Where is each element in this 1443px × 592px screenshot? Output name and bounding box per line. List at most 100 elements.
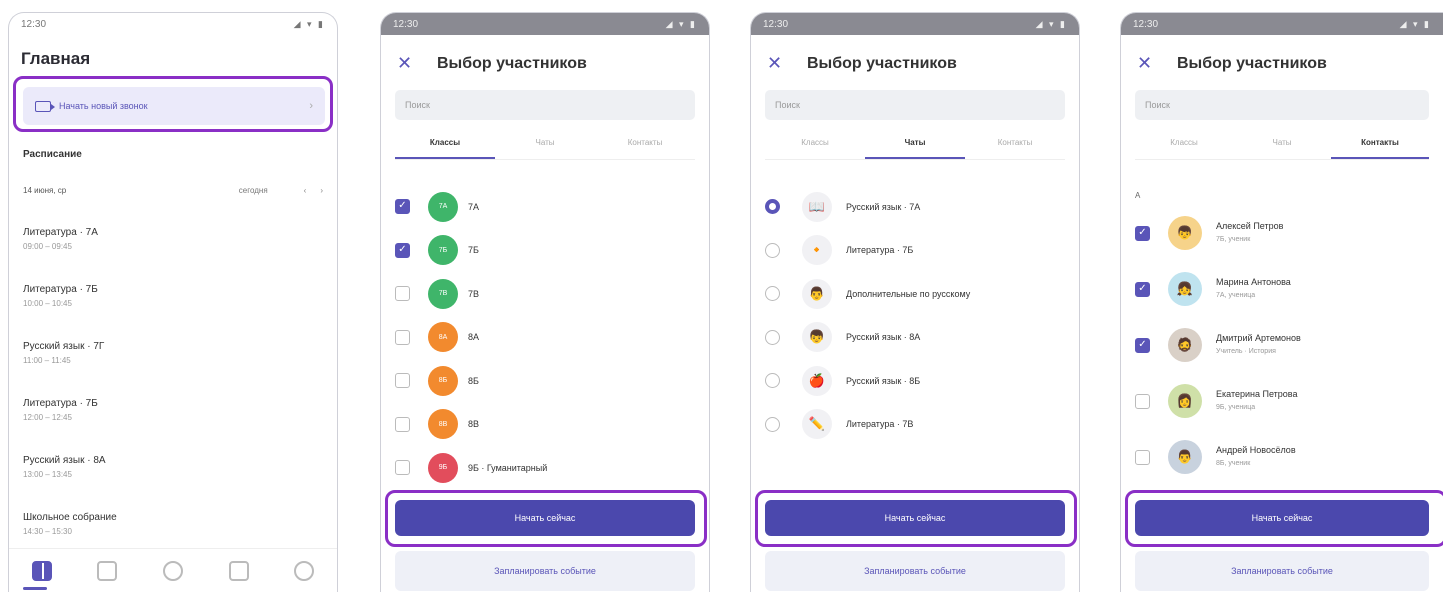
active-tab-indicator xyxy=(23,587,47,590)
tab-contacts[interactable]: Контакты xyxy=(1331,130,1429,159)
school-icon[interactable] xyxy=(97,560,118,581)
list-item[interactable]: ✓ 7А 7А xyxy=(395,185,701,229)
status-bar: 12:30 ◢ ▾ ▮ xyxy=(751,13,1079,35)
tab-contacts[interactable]: Контакты xyxy=(965,130,1065,159)
checkbox[interactable] xyxy=(1135,449,1150,465)
lesson-item[interactable]: Литература · 7Б 10:00 – 10:45 xyxy=(23,284,98,308)
list-item[interactable]: 👦 Русский язык · 8А xyxy=(765,316,1071,360)
avatar: 👧 xyxy=(1168,272,1202,306)
checkbox[interactable]: ✓ xyxy=(1135,337,1150,353)
tab-classes[interactable]: Классы xyxy=(765,130,865,159)
contact-list: ✓ 👦 Алексей Петров 7Б, ученик ✓ 👧 Марина Антон… xyxy=(1135,205,1435,485)
list-item[interactable]: ✓ 👧 Марина Антонова 7А, ученица xyxy=(1135,261,1435,317)
avatar: 🧔 xyxy=(1168,328,1202,362)
tabs: Классы Чаты Контакты xyxy=(395,130,695,160)
class-list: ✓ 7А 7А ✓ 7Б 7Б 7В 7В 8А 8А 8Б 8Б 8В 8В 9Б 9Б · Гуманит… xyxy=(395,185,701,490)
status-icons: ◢ ▾ ▮ xyxy=(293,18,325,29)
tab-classes[interactable]: Классы xyxy=(1135,130,1233,159)
checkbox[interactable]: ✓ xyxy=(395,242,410,258)
checkbox[interactable] xyxy=(1135,393,1150,409)
list-item[interactable]: 🍎 Русский язык · 8Б xyxy=(765,359,1071,403)
checkbox[interactable]: ✓ xyxy=(1135,225,1150,241)
schedule-heading: Расписание xyxy=(23,149,82,160)
checkbox[interactable] xyxy=(395,286,410,302)
lesson-item[interactable]: Русский язык · 7Г 11:00 – 11:45 xyxy=(23,341,104,365)
checkbox[interactable] xyxy=(395,373,410,389)
tab-chats[interactable]: Чаты xyxy=(495,130,595,159)
list-item[interactable]: 📖 Русский язык · 7А xyxy=(765,185,1071,229)
tab-chats[interactable]: Чаты xyxy=(1233,130,1331,159)
schedule-event-button[interactable]: Запланировать событие xyxy=(765,551,1065,591)
search-input[interactable]: Поиск xyxy=(395,90,695,120)
checkbox[interactable]: ✓ xyxy=(395,199,410,215)
checkbox[interactable]: ✓ xyxy=(1135,281,1150,297)
lesson-item[interactable]: Русский язык · 8А 13:00 – 13:45 xyxy=(23,455,106,479)
list-item[interactable]: ✓ 👦 Алексей Петров 7Б, ученик xyxy=(1135,205,1435,261)
list-item[interactable]: 👨 Андрей Новосёлов 8Б, ученик xyxy=(1135,429,1435,485)
prev-day-icon[interactable]: ‹ xyxy=(304,186,307,195)
list-item[interactable]: 9Б 9Б · Гуманитарный xyxy=(395,446,701,490)
chat-avatar: ✏️ xyxy=(802,409,832,440)
chat-label: Русский язык · 7А xyxy=(846,201,921,212)
status-bar: 12:30 ◢ ▾ ▮ xyxy=(9,13,337,35)
lesson-item[interactable]: Литература · 7Б 12:00 – 12:45 xyxy=(23,398,98,422)
schedule-event-button[interactable]: Запланировать событие xyxy=(395,551,695,591)
class-avatar: 8В xyxy=(428,409,458,440)
list-item[interactable]: 8В 8В xyxy=(395,403,701,447)
list-item[interactable]: 🔸 Литература · 7Б xyxy=(765,229,1071,273)
participants-classes-screen: 12:30 ◢ ▾ ▮ ✕ Выбор участников Поиск Клас… xyxy=(380,12,710,592)
lesson-time: 14:30 – 15:30 xyxy=(23,527,72,536)
list-item[interactable]: 8А 8А xyxy=(395,316,701,360)
screen-title: Выбор участников xyxy=(807,54,957,72)
radio-button[interactable] xyxy=(765,373,780,389)
lesson-name: Русский язык · 7Г xyxy=(23,341,105,352)
document-icon[interactable] xyxy=(228,560,249,581)
radio-button[interactable] xyxy=(765,242,780,258)
contact-info: Дмитрий Артемонов Учитель · История xyxy=(1216,331,1301,359)
radio-button[interactable] xyxy=(765,329,780,345)
search-input[interactable]: Поиск xyxy=(1135,90,1429,120)
contact-info: Андрей Новосёлов 8Б, ученик xyxy=(1216,443,1296,471)
lesson-item[interactable]: Школьное собрание 14:30 – 15:30 xyxy=(23,512,117,536)
schedule-event-button[interactable]: Запланировать событие xyxy=(1135,551,1429,591)
contact-role: 7А, ученица xyxy=(1216,292,1256,299)
class-avatar: 9Б xyxy=(428,452,458,483)
radio-button[interactable] xyxy=(765,199,780,215)
list-item[interactable]: ✏️ Литература · 7В xyxy=(765,403,1071,447)
lesson-time: 09:00 – 09:45 xyxy=(23,242,72,251)
today-button[interactable]: сегодня xyxy=(239,186,268,195)
checkbox[interactable] xyxy=(395,416,410,432)
close-icon[interactable]: ✕ xyxy=(397,53,437,74)
next-day-icon[interactable]: › xyxy=(320,186,323,195)
class-label: 8А xyxy=(468,332,480,343)
search-input[interactable]: Поиск xyxy=(765,90,1065,120)
list-item[interactable]: 👩 Екатерина Петрова 9Б, ученица xyxy=(1135,373,1435,429)
chat-avatar: 👦 xyxy=(802,322,832,353)
tab-chats[interactable]: Чаты xyxy=(865,130,965,159)
close-icon[interactable]: ✕ xyxy=(767,53,807,74)
class-label: 8Б xyxy=(468,375,479,386)
tab-contacts[interactable]: Контакты xyxy=(595,130,695,159)
avatar: 👩 xyxy=(1168,384,1202,418)
home-screen: 12:30 ◢ ▾ ▮ Главная Начать новый звонок … xyxy=(8,12,338,592)
tab-classes[interactable]: Классы xyxy=(395,130,495,159)
list-item[interactable]: 8Б 8Б xyxy=(395,359,701,403)
checkbox[interactable] xyxy=(395,329,410,345)
contact-info: Марина Антонова 7А, ученица xyxy=(1216,275,1291,303)
radio-button[interactable] xyxy=(765,286,780,302)
list-item[interactable]: ✓ 7Б 7Б xyxy=(395,229,701,273)
highlight-frame xyxy=(1125,490,1443,547)
checkbox[interactable] xyxy=(395,460,410,476)
profile-icon[interactable] xyxy=(294,560,315,581)
date-row: 14 июня, ср сегодня ‹ › xyxy=(23,186,323,195)
list-item[interactable]: 👨 Дополнительные по русскому xyxy=(765,272,1071,316)
list-item[interactable]: ✓ 🧔 Дмитрий Артемонов Учитель · История xyxy=(1135,317,1435,373)
close-icon[interactable]: ✕ xyxy=(1137,53,1177,74)
list-item[interactable]: 7В 7В xyxy=(395,272,701,316)
highlight-frame xyxy=(385,490,707,547)
radio-button[interactable] xyxy=(765,416,780,432)
home-icon[interactable] xyxy=(31,560,52,581)
status-time: 12:30 xyxy=(21,18,47,30)
lesson-item[interactable]: Литература · 7А 09:00 – 09:45 xyxy=(23,227,98,251)
chat-icon[interactable] xyxy=(162,560,183,581)
